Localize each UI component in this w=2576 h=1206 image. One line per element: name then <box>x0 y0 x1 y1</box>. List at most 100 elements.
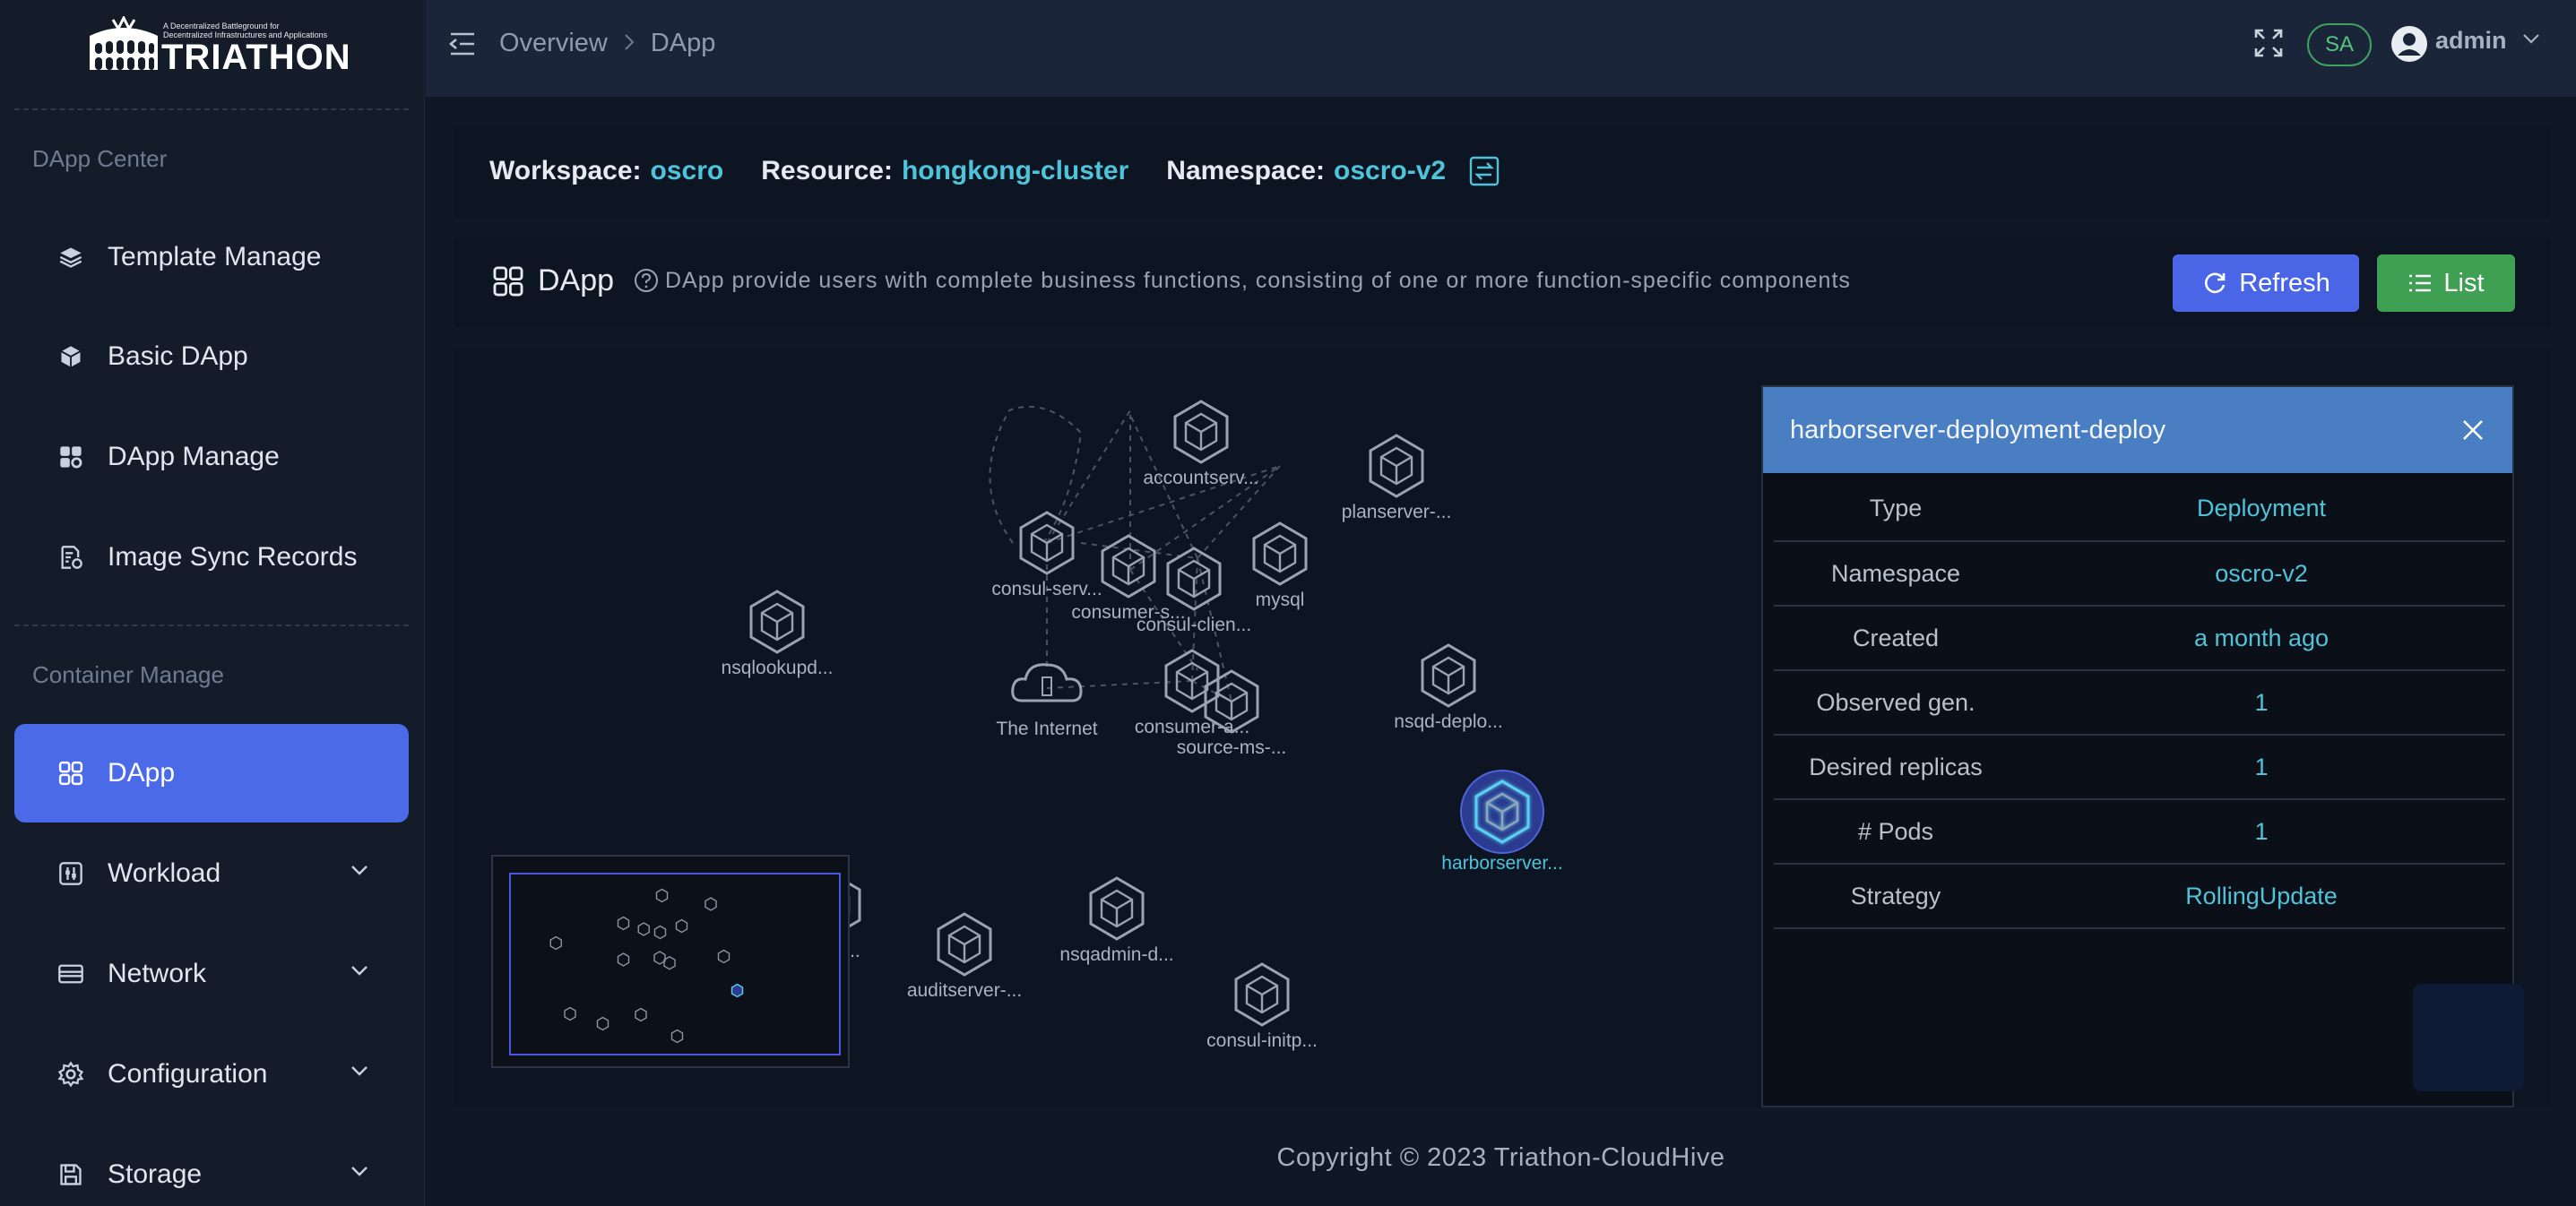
detail-panel: harborserver-deployment-deploy Type Deplo… <box>1761 385 2514 1107</box>
avatar[interactable] <box>2390 25 2428 63</box>
sidebar-item-basic-dapp[interactable]: Basic DApp <box>14 307 409 406</box>
detail-key: Created <box>1774 606 2018 671</box>
graph-node-mysql[interactable]: mysql <box>1252 521 1308 610</box>
sidebar-item-dapp[interactable]: DApp <box>14 724 409 823</box>
detail-row: # Pods 1 <box>1774 799 2505 865</box>
detail-key: Desired replicas <box>1774 735 2018 800</box>
detail-key: Namespace <box>1774 541 2018 607</box>
dapp-title-text: DApp <box>538 263 615 297</box>
graph-node-consumer-a[interactable]: consumer-a... <box>1135 649 1249 737</box>
namespace-label: Namespace: <box>1166 156 1326 185</box>
fullscreen-icon[interactable] <box>2252 27 2285 59</box>
dapp-header-panel: DApp DApp provide users with complete bu… <box>454 237 2551 328</box>
cube-icon <box>56 341 86 372</box>
graph-node-label: accountserv... <box>1143 468 1258 488</box>
role-badge[interactable]: SA <box>2307 23 2372 66</box>
graph-node-nsqd-deplo[interactable]: nsqd-deplo... <box>1394 643 1503 732</box>
sidebar-divider <box>14 108 409 110</box>
breadcrumb-dapp: DApp <box>650 29 716 57</box>
sidebar-item-image-sync-records[interactable]: Image Sync Records <box>14 508 409 607</box>
detail-value: a month ago <box>2018 606 2505 671</box>
detail-value: 1 <box>2018 799 2505 865</box>
graph-node-label: nsqadmin-d... <box>1059 944 1173 965</box>
sidebar-item-template-manage[interactable]: Template Manage <box>14 208 409 306</box>
minimap[interactable] <box>491 855 850 1068</box>
sidebar-item-label: DApp Manage <box>108 442 280 471</box>
sidebar-item-label: Configuration <box>108 1059 268 1089</box>
gear-icon <box>56 1059 86 1090</box>
detail-key: # Pods <box>1774 799 2018 865</box>
sidebar-item-storage[interactable]: Storage <box>14 1125 409 1206</box>
sidebar-item-label: Template Manage <box>108 242 322 271</box>
workspace-bar: Workspace: oscro Resource: hongkong-clus… <box>454 125 2551 217</box>
username[interactable]: admin <box>2435 27 2507 55</box>
detail-value: Deployment <box>2018 477 2505 542</box>
apps-settings-icon <box>56 442 86 472</box>
graph-node-nsqadmin[interactable]: nsqadmin-d... <box>1059 876 1174 965</box>
graph-node-consul-serv[interactable]: consul-serv... <box>991 511 1102 599</box>
graph-node-internet[interactable]: The Internet <box>996 663 1098 739</box>
card-icon <box>56 959 86 989</box>
sidebar-item-network[interactable]: Network <box>14 925 409 1023</box>
refresh-icon <box>2205 272 2226 294</box>
help-circle-icon <box>635 269 658 292</box>
grid-icon <box>56 758 86 788</box>
graph-node-planserver[interactable]: planserver-... <box>1342 434 1452 522</box>
brand-logo[interactable]: A Decentralized Battleground for Decentr… <box>86 16 350 77</box>
detail-key: Type <box>1774 477 2018 542</box>
brand-tagline: A Decentralized Battleground for Decentr… <box>163 22 328 39</box>
dapp-description: DApp provide users with complete busines… <box>633 267 1851 294</box>
graph-node-label: mysql <box>1256 590 1305 610</box>
detail-key: Observed gen. <box>1774 670 2018 736</box>
sidebar-item-workload[interactable]: Workload <box>14 824 409 923</box>
workspace-label: Workspace: <box>489 156 642 185</box>
detail-value: RollingUpdate <box>2018 864 2505 929</box>
graph-node-auditserver[interactable]: auditserver-... <box>907 912 1022 1001</box>
list-label: List <box>2443 268 2485 297</box>
graph-node-consul-initp[interactable]: consul-initp... <box>1206 962 1318 1051</box>
top-header: Overview DApp SA admin <box>426 0 2576 97</box>
dapp-description-text: DApp provide users with complete busines… <box>665 267 1851 293</box>
breadcrumb: Overview DApp <box>499 29 715 58</box>
brand-name: TRIATHON <box>161 38 351 77</box>
detail-header: harborserver-deployment-deploy <box>1763 387 2512 473</box>
detail-row: Created a month ago <box>1774 606 2505 671</box>
dapp-title: DApp <box>491 263 614 298</box>
save-icon <box>56 1159 86 1190</box>
refresh-label: Refresh <box>2239 268 2330 297</box>
floating-action-button[interactable] <box>2413 984 2524 1091</box>
footer: Copyright © 2023 Triathon-CloudHive <box>1276 1143 1725 1172</box>
graph-node-label: nsqlookupd... <box>722 658 834 678</box>
list-button[interactable]: List <box>2377 254 2515 312</box>
section-label-container-manage: Container Manage <box>32 661 224 688</box>
chevron-down-icon <box>351 966 367 976</box>
graph-node-label: consul-clien... <box>1137 615 1251 635</box>
graph-node-accountserv[interactable]: accountserv... <box>1143 400 1259 488</box>
topology-canvas[interactable]: accountserv... planserver-... consul-serv.… <box>454 348 2551 1107</box>
switch-namespace-icon[interactable] <box>1469 156 1500 186</box>
refresh-button[interactable]: Refresh <box>2173 254 2359 312</box>
sidebar-item-label: DApp <box>108 758 176 788</box>
detail-value: 1 <box>2018 735 2505 800</box>
breadcrumb-overview[interactable]: Overview <box>499 29 608 58</box>
chevron-down-icon[interactable] <box>2521 32 2541 45</box>
sidebar-item-configuration[interactable]: Configuration <box>14 1025 409 1124</box>
menu-fold-icon[interactable] <box>447 30 478 57</box>
graph-node-nsqlookupd[interactable]: nsqlookupd... <box>722 590 834 678</box>
minimap-viewport[interactable] <box>509 873 841 1055</box>
sidebar-item-label: Workload <box>108 858 221 888</box>
sidebar-item-label: Network <box>108 959 207 988</box>
list-icon <box>2409 274 2432 292</box>
sidebar-item-label: Storage <box>108 1159 203 1189</box>
sidebar-item-dapp-manage[interactable]: DApp Manage <box>14 408 409 506</box>
detail-key: Strategy <box>1774 864 2018 929</box>
graph-node-label: consul-initp... <box>1206 1030 1318 1051</box>
document-sync-icon <box>56 542 86 573</box>
sliders-icon <box>56 858 86 889</box>
close-icon[interactable] <box>2460 418 2485 443</box>
sidebar: A Decentralized Battleground for Decentr… <box>0 0 425 1206</box>
graph-node-harborserver[interactable]: harborserver... <box>1441 770 1563 874</box>
detail-value: oscro-v2 <box>2018 541 2505 607</box>
breadcrumb-separator-icon <box>624 29 635 58</box>
grid-icon <box>493 266 523 296</box>
